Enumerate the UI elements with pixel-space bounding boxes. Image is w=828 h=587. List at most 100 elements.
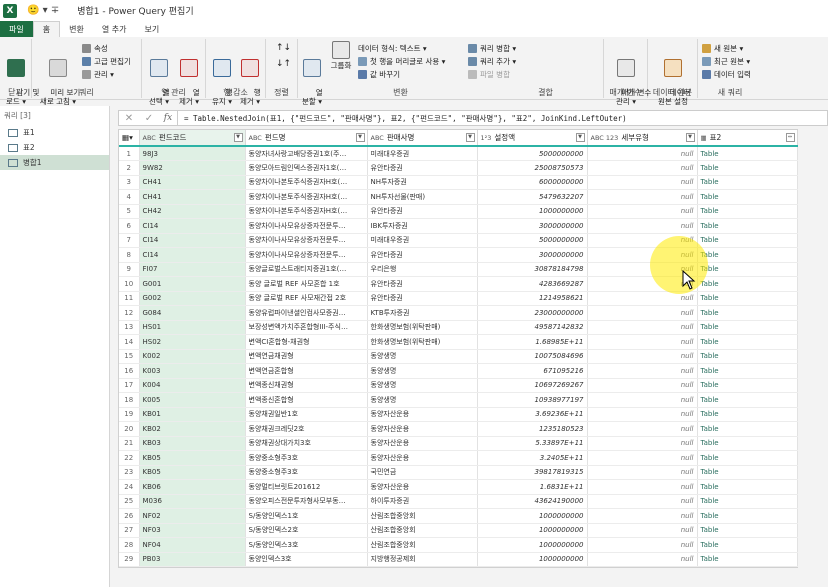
cell-fund-name[interactable]: 동양 글로벌 REF 사모재간접 2호 — [245, 291, 368, 306]
cell-seller[interactable]: 동양자산운용 — [367, 421, 478, 437]
table-row[interactable]: 26 NF02 S/동양인덱스1호 산림조합중앙회 1000000000 null Tabl… — [119, 508, 798, 524]
table-row[interactable]: 11 G002 동양 글로벌 REF 사모재간접 2호 유안타증권 1214958621… — [119, 291, 798, 306]
cell-table2[interactable]: Table — [697, 160, 798, 176]
cell-table2[interactable]: Table — [697, 262, 798, 277]
cell-amount[interactable]: 1.6831E+11 — [477, 479, 588, 495]
cell-amount[interactable]: 49587142832 — [477, 320, 588, 335]
column-header-amount[interactable]: 1²3 설정액 ▼ — [477, 130, 588, 147]
group-by-button[interactable]: 그룹화 — [326, 41, 356, 70]
merge-queries-button[interactable]: 쿼리 병합 ▾ — [468, 43, 516, 54]
table-menu-button[interactable]: ▦▾ — [119, 130, 140, 147]
cell-fund-name[interactable]: 변액CI혼합형-채권형 — [245, 334, 368, 350]
cell-seller[interactable]: 산림조합중앙회 — [367, 508, 478, 524]
row-number[interactable]: 10 — [119, 276, 140, 292]
row-number[interactable]: 4 — [119, 189, 140, 205]
manage-parameters-button[interactable]: 매개 변수 관리 ▾ — [607, 41, 651, 115]
cell-fund-name[interactable]: 변액연금채권형 — [245, 349, 368, 364]
row-number[interactable]: 13 — [119, 320, 140, 335]
cell-fund-name[interactable]: 동양유럽파이낸셜인컴사모증권… — [245, 305, 368, 321]
cell-amount[interactable]: 5.33897E+11 — [477, 436, 588, 451]
row-number[interactable]: 28 — [119, 537, 140, 553]
cell-fund-name[interactable]: 동양차이나사모유상증자전문투… — [245, 218, 368, 234]
cell-seller[interactable]: 유안타증권 — [367, 247, 478, 263]
filter-dropdown-icon[interactable]: ▼ — [465, 133, 475, 142]
refresh-preview-button[interactable]: 미리 보기 새로 고침 ▾ — [36, 41, 80, 115]
cell-amount[interactable]: 5000000000 — [477, 233, 588, 248]
filter-dropdown-icon[interactable]: ▼ — [575, 133, 585, 142]
cell-fund-code[interactable]: CH41 — [139, 175, 246, 190]
data-source-settings-button[interactable]: 데이터 원본 설정 — [651, 41, 695, 115]
cell-fund-name[interactable]: 동양오피스전문투자형사모부동… — [245, 494, 368, 509]
cell-fund-name[interactable]: S/동양인덱스3호 — [245, 537, 368, 553]
cell-table2[interactable]: Table — [697, 320, 798, 335]
expand-column-icon[interactable]: ⇔ — [785, 133, 795, 142]
row-number[interactable]: 2 — [119, 160, 140, 176]
cell-fund-code[interactable]: M036 — [139, 494, 246, 509]
cell-fund-name[interactable]: 동양차이나본토주식증권자H호(… — [245, 204, 368, 219]
cell-fund-name[interactable]: 동양글로벌스트래티지증권1호(… — [245, 262, 368, 277]
cell-fund-name[interactable]: 동양채권상대가치3호 — [245, 436, 368, 451]
cell-table2[interactable]: Table — [697, 175, 798, 190]
cell-seller[interactable]: NH투자선물(판매) — [367, 189, 478, 205]
table-row[interactable]: 29 PB03 동양인덱스3호 지방행정공제회 1000000000 null Table — [119, 552, 798, 567]
row-number[interactable]: 1 — [119, 146, 140, 161]
column-header-seller[interactable]: ABC 판매사명 ▼ — [367, 130, 478, 147]
cell-fund-code[interactable]: PB03 — [139, 552, 246, 567]
cell-seller[interactable]: 국민연금 — [367, 465, 478, 480]
table-row[interactable]: 24 KB06 동양멀티브릿트201612 동양자산운용 1.6831E+11 null T… — [119, 479, 798, 495]
cell-table2[interactable]: Table — [697, 146, 798, 161]
cell-amount[interactable]: 1.68985E+11 — [477, 334, 588, 350]
table-row[interactable]: 22 KB05 동양중소형주3호 동양자산운용 3.2405E+11 null Table — [119, 450, 798, 466]
cell-subtype[interactable]: null — [587, 146, 698, 161]
cell-seller[interactable]: 동양생명 — [367, 349, 478, 364]
cell-fund-name[interactable]: 동양인덱스3호 — [245, 552, 368, 567]
cell-subtype[interactable]: null — [587, 175, 698, 190]
row-number[interactable]: 29 — [119, 552, 140, 567]
cell-fund-code[interactable]: CH42 — [139, 204, 246, 219]
cell-fund-name[interactable]: 동양차이나본토주식증권자H호(… — [245, 189, 368, 205]
cell-fund-code[interactable]: HS01 — [139, 320, 246, 335]
cell-fund-code[interactable]: CI14 — [139, 247, 246, 263]
table-row[interactable]: 28 NF04 S/동양인덱스3호 산림조합중앙회 1000000000 null Tabl… — [119, 537, 798, 553]
row-number[interactable]: 19 — [119, 407, 140, 422]
row-number[interactable]: 22 — [119, 450, 140, 466]
cell-amount[interactable]: 6000000000 — [477, 175, 588, 190]
new-source-button[interactable]: 새 원본 ▾ — [702, 43, 743, 54]
cell-amount[interactable]: 43624190000 — [477, 494, 588, 509]
table-row[interactable]: 21 KB03 동양채권상대가치3호 동양자산운용 5.33897E+11 null Tab… — [119, 436, 798, 451]
append-queries-button[interactable]: 쿼리 추가 ▾ — [468, 56, 516, 67]
table-row[interactable]: 23 KB05 동양중소형주3호 국민연금 39817819315 null Table — [119, 465, 798, 480]
cell-fund-name[interactable]: 동양중소형주3호 — [245, 450, 368, 466]
table-row[interactable]: 25 M036 동양오피스전문투자형사모부동… 하이투자증권 43624190000 nu… — [119, 494, 798, 509]
recent-sources-button[interactable]: 최근 원본 ▾ — [702, 56, 750, 67]
row-number[interactable]: 6 — [119, 218, 140, 234]
cell-fund-code[interactable]: KB05 — [139, 465, 246, 480]
cell-fund-code[interactable]: K004 — [139, 378, 246, 393]
row-number[interactable]: 27 — [119, 523, 140, 538]
cell-seller[interactable]: 동양생명 — [367, 363, 478, 379]
cell-amount[interactable]: 23000000000 — [477, 305, 588, 321]
cell-seller[interactable]: 유안타증권 — [367, 204, 478, 219]
cell-table2[interactable]: Table — [697, 407, 798, 422]
cell-amount[interactable]: 30878184798 — [477, 262, 588, 277]
cell-fund-name[interactable]: 변액종신혼합형 — [245, 392, 368, 408]
tab-view[interactable]: 보기 — [135, 21, 168, 37]
cell-amount[interactable]: 3000000000 — [477, 218, 588, 234]
keep-rows-button[interactable]: 행 유지 ▾ — [209, 41, 235, 115]
row-number[interactable]: 5 — [119, 204, 140, 219]
enter-data-button[interactable]: 데이터 입력 — [702, 69, 751, 80]
close-and-load-button[interactable]: 닫기 및 로드 ▾ — [2, 41, 39, 115]
cell-subtype[interactable]: null — [587, 349, 698, 364]
cell-seller[interactable]: IBK투자증권 — [367, 218, 478, 234]
cell-table2[interactable]: Table — [697, 218, 798, 234]
table-row[interactable]: 19 KB01 동양채권일반1호 동양자산운용 3.69236E+11 null Table — [119, 407, 798, 422]
cell-subtype[interactable]: null — [587, 378, 698, 393]
remove-columns-button[interactable]: 열 제거 ▾ — [176, 41, 202, 115]
row-number[interactable]: 12 — [119, 305, 140, 321]
cell-fund-code[interactable]: K002 — [139, 349, 246, 364]
cell-fund-name[interactable]: 동양중소형주3호 — [245, 465, 368, 480]
table-row[interactable]: 17 K004 변액종신채권형 동양생명 10697269267 null Table — [119, 378, 798, 393]
row-number[interactable]: 23 — [119, 465, 140, 480]
table-row[interactable]: 2 9W82 동양모아드림인덱스증권자1호(… 유안타증권 25008750573 nul… — [119, 160, 798, 176]
cell-seller[interactable]: 산림조합중앙회 — [367, 523, 478, 538]
